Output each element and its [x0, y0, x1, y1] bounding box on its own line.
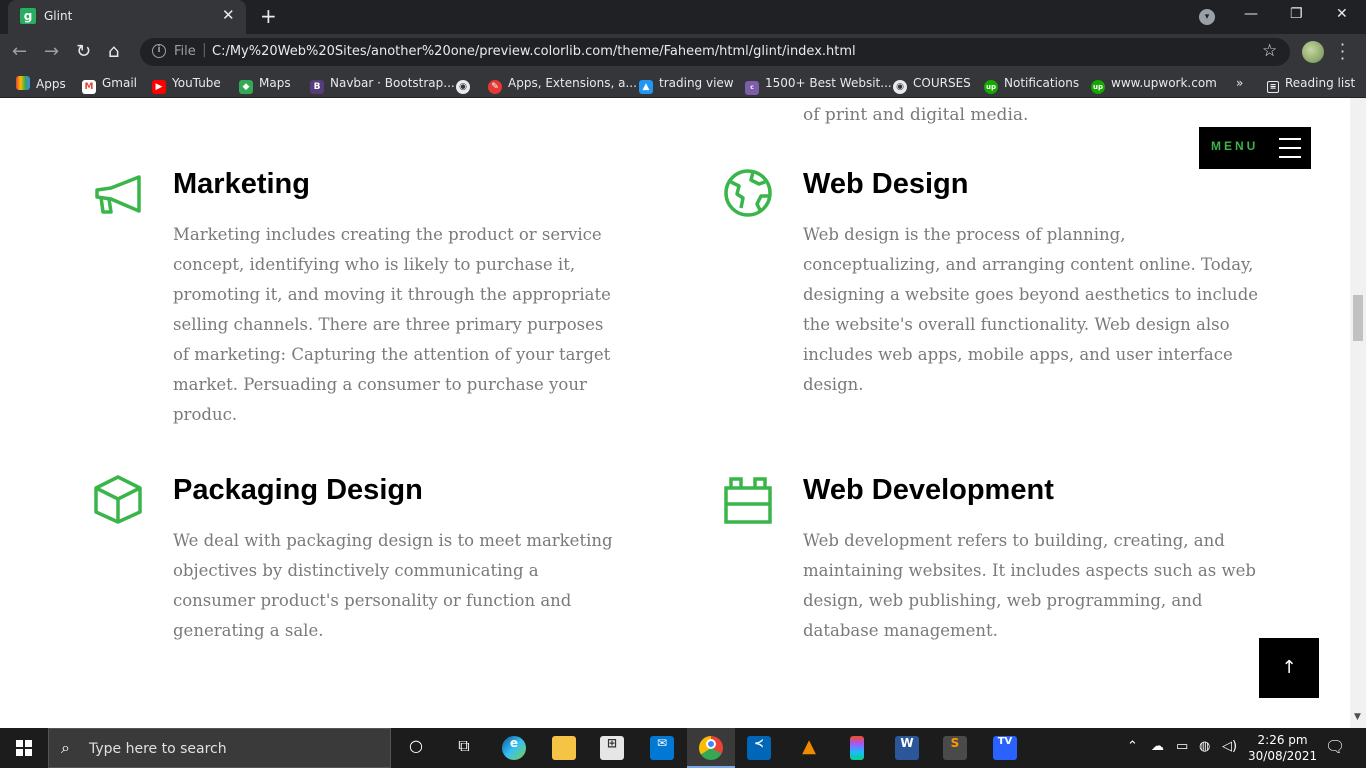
- close-window-icon[interactable]: ✕: [1336, 6, 1348, 22]
- service-description: Web design is the process of planning, c…: [803, 225, 1259, 394]
- restore-icon[interactable]: ❐: [1290, 6, 1303, 22]
- volume-icon[interactable]: ◁): [1222, 739, 1237, 754]
- bookmark-navbar[interactable]: B Navbar · Bootstrap...: [310, 76, 455, 94]
- maps-icon: ◆: [239, 80, 253, 94]
- globe-icon: ◉: [893, 80, 907, 94]
- scroll-down-arrow-icon[interactable]: ▼: [1354, 712, 1361, 722]
- tradingview-app-icon[interactable]: TV: [993, 736, 1017, 760]
- task-view-icon[interactable]: ⧉: [452, 736, 476, 760]
- search-icon: ⌕: [61, 738, 70, 757]
- search-placeholder: Type here to search: [89, 741, 227, 757]
- service-title: Packaging Design: [173, 474, 423, 506]
- more-bookmarks-icon[interactable]: »: [1236, 76, 1243, 90]
- tradingview-icon: ▲: [639, 80, 653, 94]
- system-clock[interactable]: 2:26 pm 30/08/2021: [1248, 732, 1317, 764]
- service-title: Marketing: [173, 168, 310, 200]
- kebab-menu-icon[interactable]: · · ·: [1340, 37, 1345, 67]
- apps-grid-icon: [16, 76, 30, 90]
- menu-label: MENU: [1211, 139, 1259, 153]
- service-description: Marketing includes creating the product …: [173, 225, 611, 424]
- sublime-text-icon[interactable]: S: [943, 736, 967, 760]
- back-arrow-icon[interactable]: ←: [12, 41, 27, 62]
- figma-icon[interactable]: [850, 736, 864, 760]
- bookmark-upwork[interactable]: up www.upwork.com: [1091, 76, 1217, 94]
- forward-arrow-icon[interactable]: →: [44, 41, 59, 62]
- service-title: Web Development: [803, 474, 1054, 506]
- bookmark-globe[interactable]: ◉: [456, 76, 476, 94]
- url-separator: |: [202, 42, 207, 58]
- taskbar-search[interactable]: ⌕ Type here to search: [48, 728, 391, 768]
- cortana-icon[interactable]: ○: [404, 736, 428, 760]
- browser-tab[interactable]: g Glint ✕: [8, 0, 246, 34]
- upwork-icon: up: [1091, 80, 1105, 94]
- home-icon[interactable]: ⌂: [108, 41, 119, 62]
- bookmark-colorlib[interactable]: c 1500+ Best Websit...: [745, 76, 892, 95]
- reading-list-button[interactable]: ≡ Reading list: [1267, 76, 1355, 93]
- vlc-icon[interactable]: ▲: [797, 736, 821, 760]
- url-text[interactable]: C:/My%20Web%20Sites/another%20one/previe…: [212, 44, 856, 59]
- colorlib-icon: c: [745, 81, 759, 95]
- reading-list-icon: ≡: [1267, 81, 1279, 93]
- bookmark-tradingview[interactable]: ▲ trading view: [639, 76, 734, 94]
- scrollbar-thumb[interactable]: [1353, 295, 1363, 341]
- hamburger-icon: [1279, 138, 1301, 158]
- gmail-icon: M: [82, 80, 96, 94]
- bookmark-courses[interactable]: ◉ COURSES: [893, 76, 971, 94]
- close-tab-icon[interactable]: ✕: [222, 6, 235, 24]
- tab-bar: g Glint ✕ + ▾ — ❐ ✕: [0, 0, 1366, 34]
- bookmark-notifications[interactable]: up Notifications: [984, 76, 1079, 94]
- edge-icon[interactable]: e: [502, 736, 526, 760]
- windows-start-icon[interactable]: [16, 740, 32, 756]
- reload-icon[interactable]: ↻: [76, 41, 91, 62]
- bootstrap-icon: B: [310, 80, 324, 94]
- bookmark-gmail[interactable]: M Gmail: [82, 76, 137, 94]
- bookmark-extensions[interactable]: ✎ Apps, Extensions, a...: [488, 76, 637, 94]
- lego-brick-icon: [724, 477, 772, 524]
- service-description: Web development refers to building, crea…: [803, 531, 1256, 640]
- address-bar[interactable]: i File | C:/My%20Web%20Sites/another%20o…: [140, 38, 1290, 66]
- tab-title: Glint: [44, 9, 73, 23]
- minimize-icon[interactable]: —: [1244, 6, 1258, 22]
- menu-button[interactable]: MENU: [1199, 127, 1311, 169]
- extensions-icon: ✎: [488, 80, 502, 94]
- page-viewport: of print and digital media. MENU Marketi…: [0, 98, 1350, 728]
- tab-search-icon[interactable]: ▾: [1199, 9, 1215, 25]
- info-icon[interactable]: i: [152, 44, 166, 58]
- word-icon[interactable]: W: [895, 736, 919, 760]
- glint-favicon-icon: g: [20, 8, 36, 24]
- megaphone-icon: [95, 175, 141, 214]
- clock-time: 2:26 pm: [1257, 733, 1308, 747]
- network-icon[interactable]: ◍: [1199, 739, 1210, 754]
- browser-toolbar: ← → ↻ ⌂ i File | C:/My%20Web%20Sites/ano…: [0, 34, 1366, 70]
- clock-date: 30/08/2021: [1248, 749, 1318, 763]
- vscode-icon[interactable]: ≺: [747, 736, 771, 760]
- bookmark-apps[interactable]: Apps: [16, 76, 66, 91]
- notifications-icon[interactable]: 🗨: [1325, 737, 1345, 756]
- service-title: Web Design: [803, 168, 969, 200]
- globe-icon: [724, 169, 772, 217]
- mail-icon[interactable]: ✉: [650, 736, 674, 760]
- chrome-icon[interactable]: [699, 736, 723, 760]
- bookmark-maps[interactable]: ◆ Maps: [239, 76, 291, 94]
- upwork-icon: up: [984, 80, 998, 94]
- bookmarks-bar: Apps M Gmail ▶ YouTube ◆ Maps B Navbar · Boo…: [0, 70, 1366, 98]
- globe-icon: ◉: [456, 80, 470, 94]
- youtube-icon: ▶: [152, 80, 166, 94]
- file-explorer-icon[interactable]: [552, 736, 576, 760]
- bookmark-youtube[interactable]: ▶ YouTube: [152, 76, 221, 94]
- onedrive-icon[interactable]: ☁: [1151, 739, 1164, 754]
- battery-icon[interactable]: ▭: [1176, 739, 1188, 754]
- new-tab-icon[interactable]: +: [260, 4, 277, 28]
- service-description: We deal with packaging design is to meet…: [173, 531, 613, 640]
- file-label: File: [174, 44, 196, 59]
- box-icon: [94, 475, 142, 524]
- bookmark-star-icon[interactable]: ☆: [1262, 41, 1277, 61]
- show-hidden-icons[interactable]: ⌃: [1127, 739, 1138, 754]
- profile-avatar[interactable]: [1302, 41, 1324, 63]
- store-icon[interactable]: ⊞: [600, 736, 624, 760]
- back-to-top-button[interactable]: ↑: [1259, 638, 1319, 698]
- partial-description: of print and digital media.: [803, 105, 1029, 125]
- page-scrollbar[interactable]: ▼: [1350, 98, 1366, 728]
- windows-taskbar: ⌕ Type here to search ○ ⧉ e ⊞ ✉ ≺ ▲ W S …: [0, 728, 1366, 768]
